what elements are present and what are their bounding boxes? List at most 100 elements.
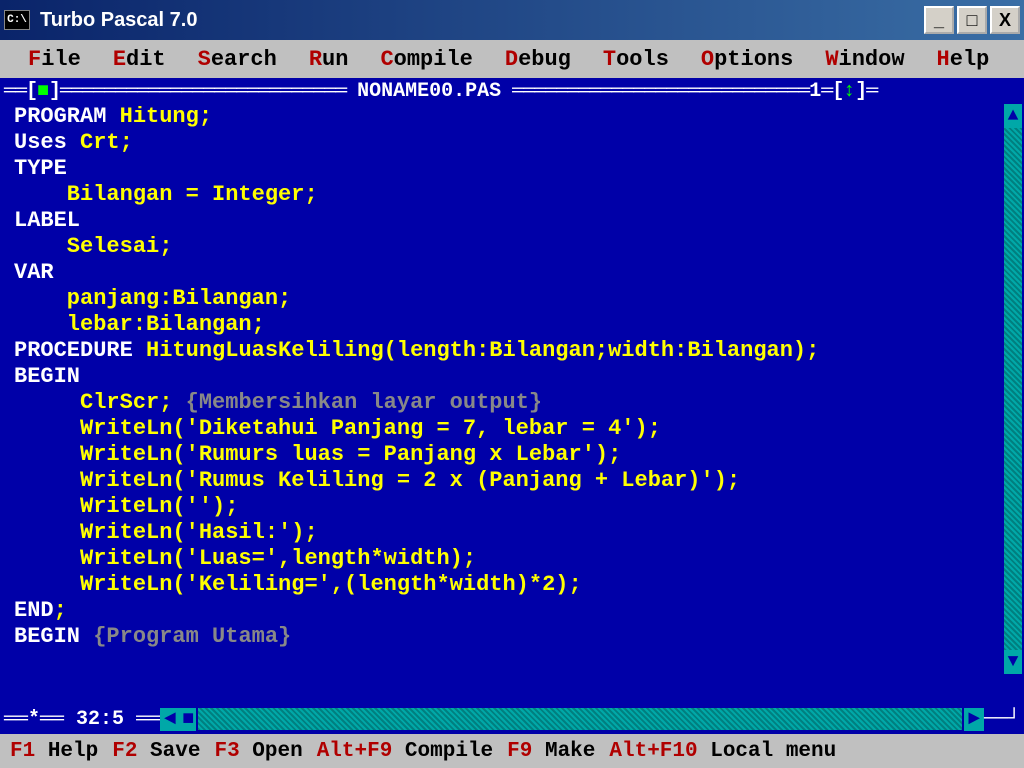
fn-action-label: Local menu — [698, 740, 837, 763]
window-title: Turbo Pascal 7.0 — [40, 9, 924, 32]
code-token: Selesai; — [14, 234, 172, 259]
code-token: Uses — [14, 130, 80, 155]
maximize-button[interactable]: □ — [957, 6, 987, 34]
menu-tools[interactable]: Tools — [587, 45, 685, 74]
code-token: Hitung; — [120, 104, 212, 129]
code-token: WriteLn('Diketahui Panjang = 7, lebar = … — [14, 416, 661, 441]
editor-zoom-icon[interactable]: ↕ — [843, 80, 855, 103]
fn-alt-f10[interactable]: Alt+F10 Local menu — [609, 740, 850, 763]
menu-run[interactable]: Run — [293, 45, 365, 74]
fn-alt-f9[interactable]: Alt+F9 Compile — [317, 740, 507, 763]
hscroll-thumb-icon[interactable]: ■ — [180, 708, 196, 731]
function-key-bar[interactable]: F1 HelpF2 SaveF3 OpenAlt+F9 CompileF9 Ma… — [0, 734, 1024, 768]
code-token: WriteLn('Luas=',length*width); — [14, 546, 476, 571]
menu-options[interactable]: Options — [685, 45, 809, 74]
fn-action-label: Make — [532, 740, 595, 763]
code-token: BEGIN — [14, 364, 80, 389]
menu-debug[interactable]: Debug — [489, 45, 587, 74]
menu-help[interactable]: Help — [921, 45, 1006, 74]
code-line[interactable]: panjang:Bilangan; — [14, 286, 1010, 312]
menu-label: un — [322, 47, 348, 72]
code-token: {Membersihkan layar output} — [186, 390, 542, 415]
menu-label: ompile — [394, 47, 473, 72]
menu-hotkey: R — [309, 47, 322, 72]
menu-hotkey: C — [380, 47, 393, 72]
scroll-track[interactable] — [1004, 128, 1022, 650]
menu-bar[interactable]: FileEditSearchRunCompileDebugToolsOption… — [0, 40, 1024, 78]
code-token: HitungLuasKeliling(length:Bilangan;width… — [146, 338, 819, 363]
menu-label: ptions — [714, 47, 793, 72]
menu-label: ools — [616, 47, 669, 72]
menu-search[interactable]: Search — [182, 45, 293, 74]
horizontal-scrollbar[interactable] — [198, 708, 962, 730]
fn-f9[interactable]: F9 Make — [507, 740, 609, 763]
code-line[interactable]: WriteLn('Keliling=',(length*width)*2); — [14, 572, 1010, 598]
code-line[interactable]: BEGIN — [14, 364, 1010, 390]
code-token: WriteLn('Keliling=',(length*width)*2); — [14, 572, 582, 597]
cursor-position: 32:5 — [76, 708, 124, 731]
editor-filename: NONAME00.PAS — [357, 80, 501, 103]
fn-action-label: Help — [35, 740, 98, 763]
scroll-up-icon[interactable]: ▲ — [1004, 104, 1022, 128]
code-line[interactable]: WriteLn(''); — [14, 494, 1010, 520]
code-line[interactable]: Selesai; — [14, 234, 1010, 260]
menu-window[interactable]: Window — [809, 45, 920, 74]
code-line[interactable]: PROCEDURE HitungLuasKeliling(length:Bila… — [14, 338, 1010, 364]
menu-hotkey: O — [701, 47, 714, 72]
fn-f2[interactable]: F2 Save — [112, 740, 214, 763]
fn-key-label: F1 — [10, 740, 35, 763]
code-line[interactable]: Uses Crt; — [14, 130, 1010, 156]
scroll-left-icon[interactable]: ◄ — [160, 708, 180, 731]
menu-label: elp — [950, 47, 990, 72]
menu-label: earch — [211, 47, 277, 72]
vertical-scrollbar[interactable]: ▲ ▼ — [1004, 104, 1022, 674]
menu-compile[interactable]: Compile — [364, 45, 488, 74]
code-line[interactable]: WriteLn('Diketahui Panjang = 7, lebar = … — [14, 416, 1010, 442]
editor-close-icon[interactable]: ■ — [37, 80, 49, 103]
fn-f3[interactable]: F3 Open — [214, 740, 316, 763]
code-token: {Program Utama} — [93, 624, 291, 649]
code-token: Bilangan = Integer; — [14, 182, 318, 207]
fn-f1[interactable]: F1 Help — [10, 740, 112, 763]
menu-hotkey: D — [505, 47, 518, 72]
modified-indicator-icon: * — [28, 708, 40, 731]
fn-key-label: F2 — [112, 740, 137, 763]
fn-action-label: Save — [137, 740, 200, 763]
menu-hotkey: E — [113, 47, 126, 72]
code-line[interactable]: TYPE — [14, 156, 1010, 182]
code-line[interactable]: lebar:Bilangan; — [14, 312, 1010, 338]
code-line[interactable]: WriteLn('Hasil:'); — [14, 520, 1010, 546]
menu-hotkey: S — [198, 47, 211, 72]
titlebar[interactable]: C:\ Turbo Pascal 7.0 _ □ X — [0, 0, 1024, 40]
menu-hotkey: F — [28, 47, 41, 72]
code-line[interactable]: END; — [14, 598, 1010, 624]
menu-label: indow — [839, 47, 905, 72]
code-line[interactable]: WriteLn('Luas=',length*width); — [14, 546, 1010, 572]
code-token: LABEL — [14, 208, 80, 233]
scroll-right-icon[interactable]: ► — [964, 708, 984, 731]
close-button[interactable]: X — [990, 6, 1020, 34]
code-line[interactable]: Bilangan = Integer; — [14, 182, 1010, 208]
code-token: lebar:Bilangan; — [14, 312, 265, 337]
system-menu-icon[interactable]: C:\ — [4, 10, 30, 30]
code-line[interactable]: BEGIN {Program Utama} — [14, 624, 1010, 650]
code-token: PROCEDURE — [14, 338, 146, 363]
fn-key-label: F9 — [507, 740, 532, 763]
menu-file[interactable]: File — [12, 45, 97, 74]
fn-key-label: F3 — [214, 740, 239, 763]
code-line[interactable]: PROGRAM Hitung; — [14, 104, 1010, 130]
code-editor[interactable]: PROGRAM Hitung;Uses Crt;TYPE Bilangan = … — [0, 104, 1024, 704]
code-line[interactable]: LABEL — [14, 208, 1010, 234]
code-token: WriteLn('Hasil:'); — [14, 520, 318, 545]
scroll-down-icon[interactable]: ▼ — [1004, 650, 1022, 674]
fn-action-label: Compile — [392, 740, 493, 763]
code-token: BEGIN — [14, 624, 93, 649]
code-line[interactable]: ClrScr; {Membersihkan layar output} — [14, 390, 1010, 416]
menu-label: ile — [41, 47, 81, 72]
code-line[interactable]: VAR — [14, 260, 1010, 286]
code-line[interactable]: WriteLn('Rumus Keliling = 2 x (Panjang +… — [14, 468, 1010, 494]
app-window: C:\ Turbo Pascal 7.0 _ □ X FileEditSearc… — [0, 0, 1024, 768]
menu-edit[interactable]: Edit — [97, 45, 182, 74]
code-line[interactable]: WriteLn('Rumurs luas = Panjang x Lebar')… — [14, 442, 1010, 468]
minimize-button[interactable]: _ — [924, 6, 954, 34]
